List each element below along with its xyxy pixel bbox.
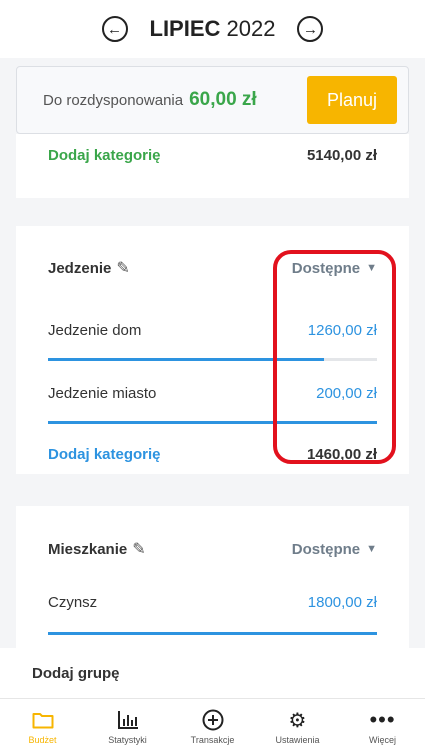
add-group-button[interactable]: Dodaj grupę <box>0 648 425 698</box>
group-name[interactable]: Mieszkanie ✎ <box>48 539 146 559</box>
to-allocate-bar: Do rozdysponowania 60,00 zł Planuj <box>16 66 409 134</box>
bottom-tab-bar: Budżet Statystyki Transakcje ⚙ Ustawieni… <box>0 698 425 754</box>
tab-ustawienia[interactable]: ⚙ Ustawienia <box>255 699 340 754</box>
month-name: LIPIEC <box>149 16 221 41</box>
group-card-partial: Dodaj kategorię 5140,00 zł <box>16 134 409 198</box>
available-dropdown[interactable]: Dostępne ▼ <box>292 541 377 558</box>
tab-statystyki[interactable]: Statystyki <box>85 699 170 754</box>
group-total: 5140,00 zł <box>306 146 377 164</box>
tab-wiecej[interactable]: ••• Więcej <box>340 699 425 754</box>
tab-label: Statystyki <box>108 735 147 745</box>
gear-icon: ⚙ <box>288 709 307 732</box>
to-allocate-label: Do rozdysponowania <box>43 91 184 109</box>
category-progress-fill <box>48 632 377 635</box>
plan-button[interactable]: Planuj <box>307 76 397 124</box>
pencil-icon[interactable]: ✎ <box>116 258 129 278</box>
month-title: LIPIEC 2022 <box>150 16 276 42</box>
more-dots-icon: ••• <box>369 707 396 732</box>
group-card-mieszkanie: Mieszkanie ✎ Dostępne ▼ Czynsz 1800,00 z… <box>16 506 409 656</box>
group-footer-row: Dodaj kategorię 5140,00 zł <box>48 134 377 176</box>
month-year: 2022 <box>226 16 276 41</box>
tab-label: Budżet <box>28 735 57 745</box>
category-amount[interactable]: 1800,00 zł <box>308 594 377 611</box>
month-header: ← LIPIEC 2022 → <box>0 0 425 58</box>
tab-label: Ustawienia <box>275 735 320 745</box>
chevron-down-icon: ▼ <box>366 543 377 555</box>
tab-budzet[interactable]: Budżet <box>0 699 85 754</box>
category-progress-bar <box>48 632 377 635</box>
tab-label: Transakcje <box>190 735 235 745</box>
plus-circle-icon <box>202 709 224 731</box>
add-category-link[interactable]: Dodaj kategorię <box>48 446 161 463</box>
category-name: Jedzenie dom <box>48 321 142 339</box>
arrow-right-circle-icon[interactable]: → <box>297 16 324 42</box>
group-name[interactable]: Jedzenie ✎ <box>48 258 130 278</box>
pencil-icon[interactable]: ✎ <box>132 539 145 559</box>
available-dropdown-label: Dostępne <box>291 540 361 558</box>
group-header: Mieszkanie ✎ Dostępne ▼ <box>48 506 377 592</box>
tab-label: Więcej <box>368 735 396 745</box>
group-name-label: Mieszkanie <box>48 540 128 558</box>
category-row-content: Czynsz 1800,00 zł <box>48 592 377 612</box>
to-allocate-amount: 60,00 zł <box>189 89 257 110</box>
group-name-label: Jedzenie <box>48 259 112 277</box>
arrow-left-circle-icon[interactable]: ← <box>101 16 128 42</box>
bar-chart-icon <box>117 709 139 731</box>
category-name: Jedzenie miasto <box>48 384 157 402</box>
folder-icon <box>32 709 54 731</box>
category-row[interactable]: Czynsz 1800,00 zł <box>48 592 377 635</box>
add-category-link[interactable]: Dodaj kategorię <box>48 147 161 164</box>
highlight-annotation <box>273 250 396 464</box>
category-name: Czynsz <box>48 593 98 611</box>
tab-transakcje[interactable]: Transakcje <box>170 699 255 754</box>
